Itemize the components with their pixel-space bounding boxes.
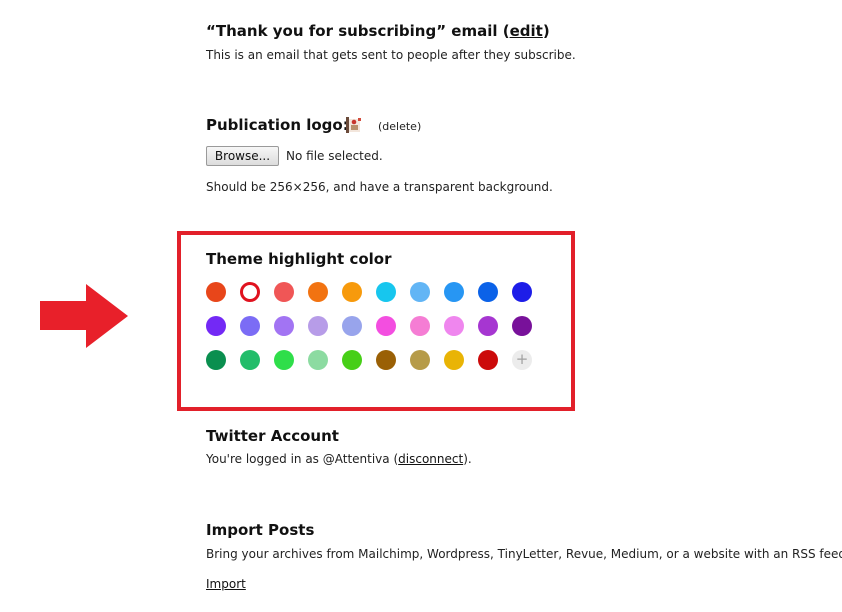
color-swatch[interactable] (342, 350, 362, 370)
thankyou-email-title: “Thank you for subscribing” email ( (206, 22, 510, 40)
file-status-text: No file selected. (286, 149, 383, 163)
color-swatch-selected[interactable] (240, 282, 260, 302)
color-swatch[interactable] (478, 350, 498, 370)
color-swatch[interactable] (308, 316, 328, 336)
logo-size-hint: Should be 256×256, and have a transparen… (206, 180, 553, 194)
color-swatch[interactable] (410, 282, 430, 302)
twitter-logged-in-text: You're logged in as @Attentiva ( (206, 452, 399, 466)
edit-email-link[interactable]: edit (510, 22, 543, 40)
color-swatch[interactable] (444, 282, 464, 302)
twitter-status-suffix: ). (463, 452, 472, 466)
browse-button[interactable]: Browse... (206, 146, 279, 166)
color-swatch[interactable] (410, 350, 430, 370)
disconnect-link[interactable]: disconnect (398, 452, 463, 466)
thankyou-email-heading: “Thank you for subscribing” email (edit) (206, 22, 550, 40)
color-swatch[interactable] (206, 282, 226, 302)
add-color-button[interactable]: + (512, 350, 532, 370)
import-posts-description: Bring your archives from Mailchimp, Word… (206, 547, 842, 561)
color-swatch[interactable] (512, 282, 532, 302)
color-swatch[interactable] (308, 282, 328, 302)
publication-logo-image (346, 117, 361, 133)
twitter-account-heading: Twitter Account (206, 427, 339, 445)
color-swatch[interactable] (478, 282, 498, 302)
color-swatch[interactable] (342, 282, 362, 302)
color-swatch[interactable] (376, 350, 396, 370)
delete-logo-link[interactable]: (delete) (378, 120, 421, 133)
import-link[interactable]: Import (206, 577, 246, 591)
color-swatch[interactable] (206, 350, 226, 370)
color-swatch[interactable] (512, 316, 532, 336)
thankyou-email-description: This is an email that gets sent to peopl… (206, 48, 576, 62)
color-swatch[interactable] (274, 350, 294, 370)
color-swatch[interactable] (274, 282, 294, 302)
color-swatch[interactable] (342, 316, 362, 336)
arrow-right-icon (40, 284, 128, 348)
color-swatch[interactable] (376, 282, 396, 302)
twitter-status-text: You're logged in as @Attentiva (disconne… (206, 452, 472, 466)
color-swatch[interactable] (478, 316, 498, 336)
color-swatch[interactable] (444, 316, 464, 336)
color-swatch[interactable] (376, 316, 396, 336)
color-swatch[interactable] (240, 350, 260, 370)
color-swatch[interactable] (308, 350, 328, 370)
publication-logo-label: Publication logo: (206, 116, 349, 134)
color-swatch[interactable] (206, 316, 226, 336)
color-swatch[interactable] (444, 350, 464, 370)
color-swatch[interactable] (274, 316, 294, 336)
color-swatch[interactable] (240, 316, 260, 336)
import-posts-heading: Import Posts (206, 521, 315, 539)
color-swatch[interactable] (410, 316, 430, 336)
theme-color-heading: Theme highlight color (206, 250, 392, 268)
thankyou-email-title-suffix: ) (542, 22, 550, 40)
